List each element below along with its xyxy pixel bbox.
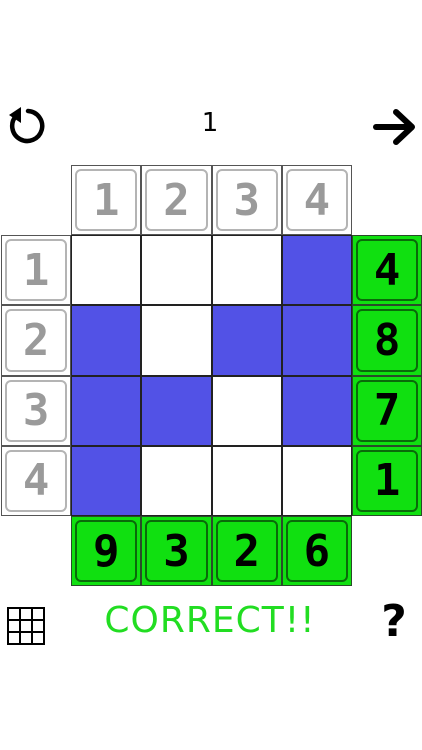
row-clue: 1	[1, 235, 72, 306]
grid-icon[interactable]	[6, 606, 46, 646]
grid-cell-empty[interactable]	[141, 305, 212, 376]
column-sum-label: 6	[285, 520, 348, 583]
grid-cell-filled[interactable]	[281, 375, 352, 446]
column-clue-label: 3	[215, 169, 278, 232]
grid-cell-filled[interactable]	[71, 375, 142, 446]
row-sum: 1	[352, 445, 422, 516]
restart-icon[interactable]	[6, 104, 50, 148]
row-clue: 2	[1, 305, 72, 376]
row-sum-label: 8	[356, 309, 419, 372]
column-sum-label: 9	[75, 520, 138, 583]
level-number: 1	[201, 108, 219, 138]
grid-cell-filled[interactable]	[71, 445, 142, 516]
row-clue: 4	[1, 445, 72, 516]
grid-cell-filled[interactable]	[141, 375, 212, 446]
row-sum-label: 7	[356, 379, 419, 442]
status-text: CORRECT!!	[104, 600, 316, 641]
row-clue: 3	[1, 375, 72, 446]
grid-cell-filled[interactable]	[71, 305, 142, 376]
bottom-bar: CORRECT!! ?	[0, 596, 422, 652]
row-clue-label: 3	[5, 379, 68, 442]
top-bar: 1	[0, 100, 422, 152]
column-clue: 3	[211, 165, 282, 236]
grid-cell-filled[interactable]	[211, 305, 282, 376]
grid-cell-empty[interactable]	[71, 235, 142, 306]
row-sum-label: 1	[356, 449, 419, 512]
column-clue: 4	[281, 165, 352, 236]
grid-cell-empty[interactable]	[141, 235, 212, 306]
column-sum-label: 3	[145, 520, 208, 583]
grid-cell-empty[interactable]	[281, 445, 352, 516]
column-sum: 2	[211, 516, 282, 587]
column-sum-label: 2	[215, 520, 278, 583]
column-sum: 3	[141, 516, 212, 587]
column-clue-label: 2	[145, 169, 208, 232]
row-clue-label: 1	[5, 239, 68, 302]
column-clue: 1	[71, 165, 142, 236]
column-clue: 2	[141, 165, 212, 236]
row-sum: 7	[352, 375, 422, 446]
row-sum-label: 4	[356, 239, 419, 302]
row-sum: 8	[352, 305, 422, 376]
row-clue-label: 4	[5, 449, 68, 512]
help-button[interactable]: ?	[374, 596, 414, 652]
column-clue-label: 4	[285, 169, 348, 232]
grid-cell-empty[interactable]	[211, 375, 282, 446]
grid-cell-empty[interactable]	[211, 235, 282, 306]
arrow-right-icon[interactable]	[372, 104, 418, 150]
row-clue-label: 2	[5, 309, 68, 372]
row-sum: 4	[352, 235, 422, 306]
grid-cell-empty[interactable]	[211, 445, 282, 516]
grid-cell-empty[interactable]	[141, 445, 212, 516]
column-sum: 9	[71, 516, 142, 587]
column-sum: 6	[281, 516, 352, 587]
grid-cell-filled[interactable]	[281, 235, 352, 306]
grid-cell-filled[interactable]	[281, 305, 352, 376]
column-clue-label: 1	[75, 169, 138, 232]
